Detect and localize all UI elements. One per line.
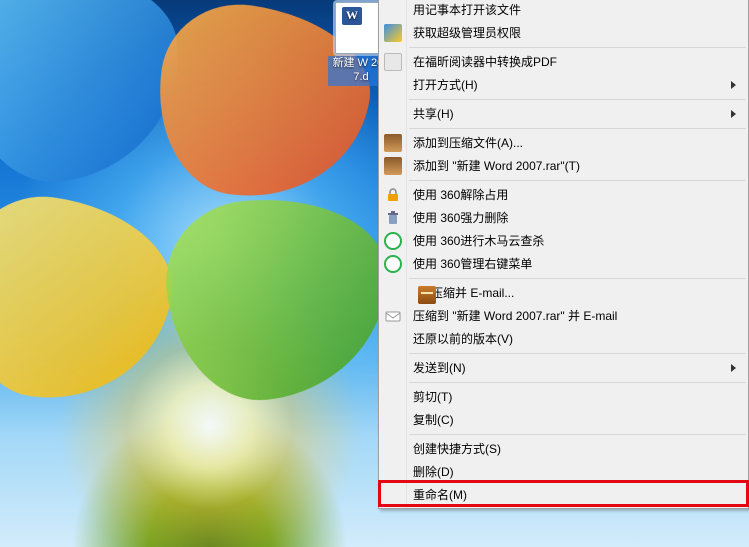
logo-leaf-yellow [0,186,183,413]
menu-item[interactable]: 重命名(M) [379,483,748,506]
menu-item[interactable]: 压缩并 E-mail... [379,281,748,304]
menu-item-label: 复制(C) [413,411,454,428]
pdf-icon [384,53,402,71]
menu-item[interactable]: 用记事本打开该文件 [379,0,748,21]
menu-item[interactable]: 使用 360解除占用 [379,183,748,206]
menu-item-label: 压缩并 E-mail... [431,284,514,301]
menu-item-label: 使用 360管理右键菜单 [413,255,532,272]
menu-item-label: 打开方式(H) [413,76,478,93]
menu-item-label: 还原以前的版本(V) [413,330,513,347]
menu-item[interactable]: 发送到(N) [379,356,748,379]
menu-item-label: 使用 360进行木马云查杀 [413,232,544,249]
menu-item[interactable]: 获取超级管理员权限 [379,21,748,44]
mail-icon [384,307,402,325]
submenu-arrow-icon [731,364,736,372]
menu-item[interactable]: 添加到压缩文件(A)... [379,131,748,154]
menu-item-label: 添加到压缩文件(A)... [413,134,523,151]
trash-icon [384,209,402,227]
rar-icon [384,134,402,152]
menu-item-label: 压缩到 "新建 Word 2007.rar" 并 E-mail [413,307,617,324]
menu-item[interactable]: 使用 360强力删除 [379,206,748,229]
menu-item-label: 剪切(T) [413,388,452,405]
menu-item-label: 获取超级管理员权限 [413,24,521,41]
menu-item[interactable]: 创建快捷方式(S) [379,437,748,460]
lock-icon [384,186,402,204]
windows-logo [0,0,380,547]
context-menu: 用记事本打开该文件获取超级管理员权限在福昕阅读器中转换成PDF 打开方式(H) 共享… [378,0,749,509]
logo-leaf-blue [0,0,190,191]
menu-item[interactable]: 还原以前的版本(V) [379,327,748,350]
rarbox-icon [418,286,436,304]
menu-item[interactable]: 删除(D) [379,460,748,483]
menu-item-label: 删除(D) [413,463,454,480]
menu-item[interactable]: 压缩到 "新建 Word 2007.rar" 并 E-mail [379,304,748,327]
menu-item-label: 添加到 "新建 Word 2007.rar"(T) [413,157,580,174]
menu-item-label: 重命名(M) [413,486,467,503]
menu-item-label: 创建快捷方式(S) [413,440,501,457]
menu-item[interactable]: 使用 360进行木马云查杀 [379,229,748,252]
menu-item-label: 在福昕阅读器中转换成PDF [413,53,557,70]
menu-item[interactable]: 使用 360管理右键菜单 [379,252,748,275]
360-icon [384,255,402,273]
menu-item[interactable]: 剪切(T) [379,385,748,408]
360-icon [384,232,402,250]
menu-item-label: 用记事本打开该文件 [413,1,521,18]
submenu-arrow-icon [731,110,736,118]
menu-item-label: 共享(H) [413,105,454,122]
menu-item[interactable]: 共享(H) [379,102,748,125]
menu-item[interactable]: 打开方式(H) [379,73,748,96]
menu-item-label: 使用 360解除占用 [413,186,508,203]
menu-item-label: 使用 360强力删除 [413,209,508,226]
menu-item[interactable]: 添加到 "新建 Word 2007.rar"(T) [379,154,748,177]
menu-item-label: 发送到(N) [413,359,466,376]
logo-leaf-green [158,187,398,409]
rar-icon [384,157,402,175]
shield-icon [384,24,402,42]
menu-item[interactable]: 复制(C) [379,408,748,431]
menu-item[interactable]: 在福昕阅读器中转换成PDF [379,50,748,73]
submenu-arrow-icon [731,81,736,89]
